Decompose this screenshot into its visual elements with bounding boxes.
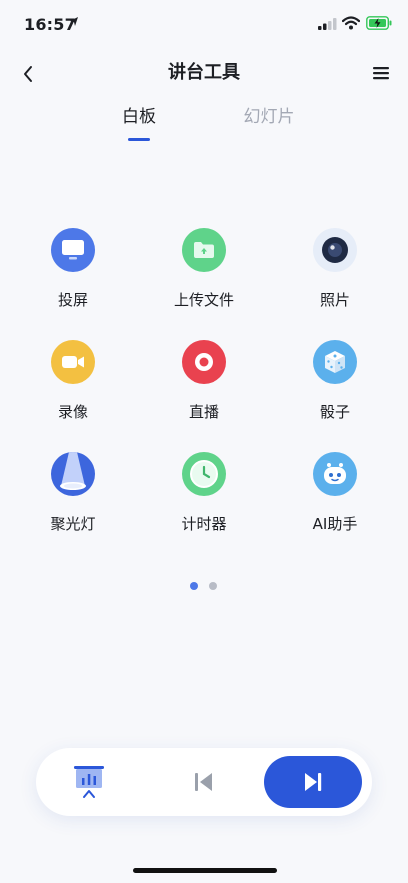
mode-tabs: 白板 幻灯片 xyxy=(0,104,408,148)
next-button[interactable] xyxy=(264,756,362,808)
dice-icon xyxy=(313,340,357,384)
tab-slides[interactable]: 幻灯片 xyxy=(229,104,309,130)
tool-live-stream[interactable]: 直播 xyxy=(144,340,264,422)
previous-button[interactable] xyxy=(191,769,217,795)
tool-spotlight[interactable]: 聚光灯 xyxy=(13,452,133,534)
tool-record[interactable]: 录像 xyxy=(13,340,133,422)
page-dot[interactable] xyxy=(209,582,217,590)
bottom-control-bar xyxy=(36,748,372,816)
tool-upload-file[interactable]: 上传文件 xyxy=(144,228,264,310)
tool-label: 上传文件 xyxy=(173,291,234,309)
tool-timer[interactable]: 计时器 xyxy=(144,452,264,534)
page-title: 讲台工具 xyxy=(168,62,240,83)
home-indicator xyxy=(133,868,277,873)
status-bar: 16:57 xyxy=(0,0,408,50)
tool-label: 计时器 xyxy=(181,515,227,533)
tool-dice[interactable]: 骰子 xyxy=(275,340,395,422)
monitor-icon xyxy=(51,228,95,272)
tool-label: 聚光灯 xyxy=(50,515,96,533)
tab-whiteboard[interactable]: 白板 xyxy=(99,104,179,130)
tool-label: 照片 xyxy=(319,291,350,309)
location-arrow-icon xyxy=(70,17,78,26)
wifi-icon xyxy=(342,16,360,30)
upload-folder-icon xyxy=(182,228,226,272)
timer-icon xyxy=(182,452,226,496)
cellular-signal-icon xyxy=(318,18,337,30)
page-dot-active[interactable] xyxy=(190,582,198,590)
live-record-icon xyxy=(182,340,226,384)
spotlight-icon xyxy=(51,452,95,496)
robot-icon xyxy=(313,452,357,496)
camera-lens-icon xyxy=(313,228,357,272)
tool-photo[interactable]: 照片 xyxy=(275,228,395,310)
navigation-bar: 讲台工具 xyxy=(0,50,408,96)
tool-label: 直播 xyxy=(188,403,219,421)
video-camera-icon xyxy=(51,340,95,384)
tool-ai-assistant[interactable]: AI助手 xyxy=(275,452,395,534)
presentation-board-button[interactable] xyxy=(72,764,106,800)
tool-label: 投屏 xyxy=(57,291,88,309)
tool-label: 录像 xyxy=(57,403,88,421)
tool-label: AI助手 xyxy=(312,515,358,533)
menu-button[interactable] xyxy=(372,64,390,82)
skip-next-icon xyxy=(305,773,322,791)
battery-charging-icon xyxy=(366,16,392,30)
tool-screen-cast[interactable]: 投屏 xyxy=(13,228,133,310)
tool-label: 骰子 xyxy=(319,403,350,421)
active-tab-indicator xyxy=(128,138,150,141)
page-indicator xyxy=(190,582,230,592)
